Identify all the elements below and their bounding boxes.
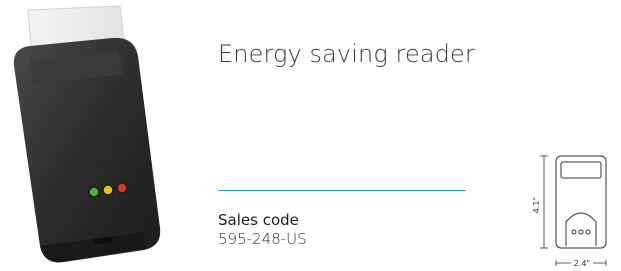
product-title: Energy saving reader [218, 40, 475, 68]
led-green-icon [88, 186, 100, 198]
divider [218, 190, 466, 191]
card-reader-photo [13, 5, 161, 263]
height-dimension [540, 155, 548, 249]
dimension-drawing: 4.1" 2.4" [532, 155, 607, 268]
led-red-icon [116, 182, 128, 194]
sales-code-label: Sales code [218, 211, 299, 229]
sales-code-value: 595-248-US [218, 230, 307, 248]
width-label: 2.4" [574, 259, 590, 268]
led-yellow-icon [102, 184, 114, 196]
height-label: 4.1" [532, 197, 541, 213]
device-outline [555, 155, 607, 249]
reader-body [13, 37, 161, 263]
